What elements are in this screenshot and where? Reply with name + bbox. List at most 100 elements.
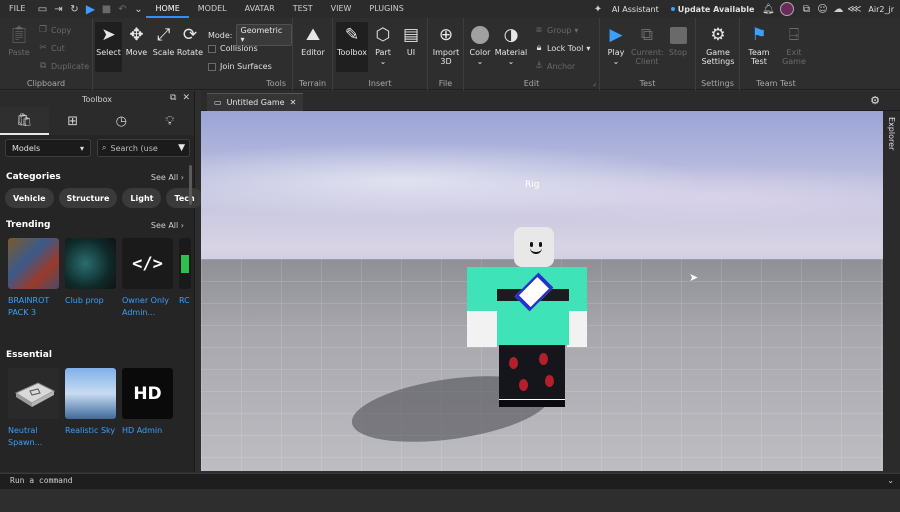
part-dropdown-icon[interactable]: ⌄: [370, 57, 396, 66]
import-3d-button[interactable]: ⊕ Import 3D: [430, 22, 462, 66]
share-icon[interactable]: ⧉: [798, 0, 814, 18]
paste-button[interactable]: 📋︎ Paste: [6, 22, 32, 57]
chip-tech[interactable]: Tech: [166, 188, 203, 208]
mouse-cursor-icon: ➤: [689, 271, 699, 284]
join-surfaces-toggle[interactable]: Join Surfaces: [208, 62, 272, 71]
popout-icon[interactable]: ⧉: [170, 93, 176, 103]
chat-icon[interactable]: ☺: [814, 0, 830, 18]
filter-icon[interactable]: ▼: [178, 143, 185, 153]
list-item[interactable]: Realistic Sky: [65, 368, 116, 449]
cloud-icon[interactable]: ☁: [830, 0, 846, 18]
game-settings-button[interactable]: ⚙ Game Settings: [699, 22, 737, 66]
tab-home[interactable]: HOME: [146, 0, 189, 18]
duplicate-button[interactable]: ⧉ Duplicate: [38, 61, 89, 71]
gear-icon[interactable]: ⚙: [870, 94, 880, 107]
terrain-editor-button[interactable]: ⛰ Editor: [297, 22, 329, 57]
explorer-tab[interactable]: Explorer: [887, 117, 896, 150]
search-input[interactable]: ⌕ Search (use ▼: [97, 139, 190, 157]
3d-viewport[interactable]: Rig ➤: [201, 111, 883, 471]
tab-model[interactable]: MODEL: [189, 0, 236, 18]
close-icon[interactable]: ✕: [182, 93, 190, 103]
play-icon[interactable]: ▶: [82, 0, 98, 18]
command-input[interactable]: Run a command: [10, 476, 73, 485]
chevron-down-icon[interactable]: ⌄: [887, 476, 894, 485]
part-button[interactable]: ⬡ Part ⌄: [370, 22, 396, 66]
team-test-button[interactable]: ⚑ Team Test: [742, 22, 776, 66]
current-client-button[interactable]: ⧉ Current: Client: [630, 22, 664, 66]
group-dropdown-icon[interactable]: ▾: [574, 26, 578, 35]
category-select[interactable]: Models ▾: [5, 139, 91, 157]
list-item[interactable]: BRAINROT PACK 3: [8, 238, 59, 319]
stop-icon[interactable]: ■: [98, 0, 114, 18]
tab-recent[interactable]: ◷: [97, 107, 146, 135]
status-bar: [0, 489, 900, 512]
list-item[interactable]: Neutral Spawn...: [8, 368, 59, 449]
scale-button[interactable]: ⤢ Scale: [150, 22, 177, 57]
tab-view[interactable]: VIEW: [322, 0, 361, 18]
color-button[interactable]: Color ⌄: [466, 22, 494, 66]
trending-items: BRAINROT PACK 3 Club prop </> Owner Only…: [8, 238, 191, 319]
exit-game-button[interactable]: ⍈ Exit Game: [778, 22, 810, 66]
toolbox-button[interactable]: ✎ Toolbox: [336, 22, 368, 72]
chip-vehicle[interactable]: Vehicle: [5, 188, 54, 208]
tab-creations[interactable]: 💡︎: [146, 107, 195, 135]
anchor-button[interactable]: ⚓︎ Anchor: [534, 61, 575, 71]
stop-button[interactable]: Stop: [664, 22, 692, 57]
update-available-button[interactable]: Update Available: [665, 5, 761, 14]
categories-see-all[interactable]: See All ›: [151, 173, 184, 182]
chip-light[interactable]: Light: [122, 188, 162, 208]
list-item[interactable]: </> Owner Only Admin...: [122, 238, 173, 319]
collisions-toggle[interactable]: Collisions: [208, 44, 258, 53]
file-menu[interactable]: FILE: [0, 0, 34, 18]
collisions-checkbox[interactable]: [208, 44, 216, 53]
join-surfaces-checkbox[interactable]: [208, 62, 216, 71]
tab-marketplace[interactable]: 🛍︎: [0, 107, 49, 135]
lock-tool-button[interactable]: 🔒︎ Lock Tool ▾: [534, 43, 591, 53]
material-button[interactable]: ◑ Material ⌄: [494, 22, 528, 66]
lock-tool-dropdown-icon[interactable]: ▾: [586, 44, 590, 53]
scale-icon: ⤢: [156, 25, 171, 45]
rotate-button[interactable]: ⟳ Rotate: [176, 22, 204, 57]
cut-button[interactable]: ✂ Cut: [38, 43, 65, 53]
chip-structure[interactable]: Structure: [58, 188, 118, 208]
group-button[interactable]: ⧈ Group ▾: [534, 25, 578, 35]
clipboard-group-label: Clipboard: [26, 79, 66, 88]
rig-torso[interactable]: [497, 267, 569, 345]
redo-arrow-icon[interactable]: ↻: [66, 0, 82, 18]
material-dropdown-icon[interactable]: ⌄: [494, 57, 528, 66]
play-dropdown-icon[interactable]: ⌄: [602, 57, 630, 66]
chevron-down-icon[interactable]: ⌄: [130, 0, 146, 18]
tab-untitled-game[interactable]: ▭ Untitled Game ✕: [207, 93, 304, 111]
avatar[interactable]: [780, 2, 795, 16]
rig-right-arm[interactable]: [567, 267, 587, 347]
play-button[interactable]: ▶ Play ⌄: [602, 22, 630, 66]
tab-avatar[interactable]: AVATAR: [236, 0, 284, 18]
edit-expand-icon[interactable]: ⌟: [593, 79, 596, 87]
undo-icon[interactable]: ↶: [114, 0, 130, 18]
ui-button[interactable]: ▤ UI: [398, 22, 424, 57]
publish-icon[interactable]: ⇥: [50, 0, 66, 18]
close-icon[interactable]: ✕: [290, 98, 297, 107]
collaborate-icon[interactable]: ⋘: [846, 0, 862, 18]
copy-button[interactable]: ❐ Copy: [38, 25, 71, 35]
notification-bell-icon[interactable]: 🔔︎: [760, 0, 776, 18]
rig-head[interactable]: [514, 227, 554, 267]
mode-select[interactable]: Geometric ▾: [235, 24, 292, 46]
trending-see-all[interactable]: See All ›: [151, 221, 184, 230]
tab-test[interactable]: TEST: [284, 0, 322, 18]
list-item[interactable]: Club prop: [65, 238, 116, 319]
select-button[interactable]: ➤ Select: [95, 22, 122, 72]
color-dropdown-icon[interactable]: ⌄: [466, 57, 494, 66]
tab-plugins[interactable]: PLUGINS: [360, 0, 412, 18]
list-item[interactable]: HD HD Admin: [122, 368, 173, 449]
tab-inventory[interactable]: ⊞: [49, 107, 98, 135]
rig-left-arm[interactable]: [467, 267, 497, 347]
save-icon[interactable]: ▭: [34, 0, 50, 18]
username-label[interactable]: Air2_jr: [862, 5, 900, 14]
rig-legs[interactable]: [499, 345, 565, 407]
move-button[interactable]: ✥ Move: [123, 22, 150, 57]
toolbox-search-row: Models ▾ ⌕ Search (use ▼: [5, 139, 190, 157]
toolbox-scrollbar[interactable]: [189, 165, 192, 205]
list-item[interactable]: RC: [179, 238, 191, 319]
ai-assistant-button[interactable]: AI Assistant: [606, 5, 665, 14]
